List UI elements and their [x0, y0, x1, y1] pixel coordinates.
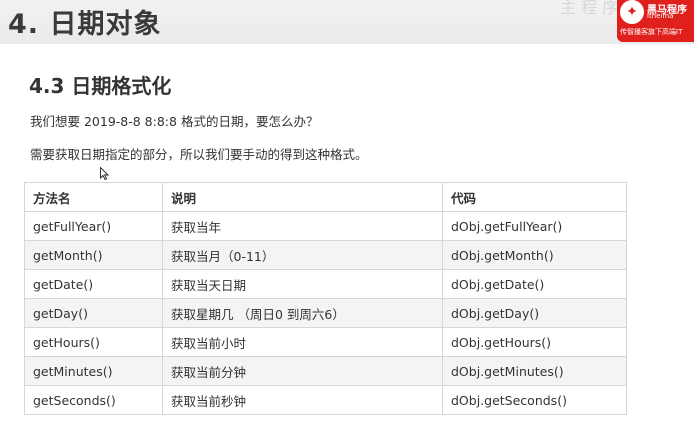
- table-row: getMonth() 获取当月（0-11） dObj.getMonth(): [24, 240, 627, 270]
- header-code: 代码: [442, 182, 627, 212]
- table-row: getDay() 获取星期几 （周日0 到周六6） dObj.getDay(): [24, 298, 627, 328]
- note-text: 需要获取日期指定的部分，所以我们要手动的得到这种格式。: [30, 147, 368, 162]
- method-cell: getDay(): [24, 298, 163, 328]
- code-cell: dObj.getMinutes(): [442, 356, 627, 386]
- logo-icon: ✦: [620, 0, 644, 24]
- description-cell: 获取当天日期: [162, 269, 443, 299]
- page-title: 4. 日期对象: [8, 9, 162, 40]
- method-cell: getDate(): [24, 269, 163, 299]
- header-description: 说明: [162, 182, 443, 212]
- watermark: 主 程 序: [560, 0, 619, 17]
- table-header-row: 方法名 说明 代码: [24, 182, 627, 212]
- table-row: getFullYear() 获取当年 dObj.getFullYear(): [24, 211, 627, 241]
- code-cell: dObj.getHours(): [442, 327, 627, 357]
- description-cell: 获取当前分钟: [162, 356, 443, 386]
- section-title: 4.3 日期格式化: [29, 74, 172, 98]
- method-cell: getSeconds(): [24, 385, 163, 415]
- code-cell: dObj.getMonth(): [442, 240, 627, 270]
- date-methods-table: 方法名 说明 代码 getFullYear() 获取当年 dObj.getFul…: [24, 182, 627, 415]
- description-cell: 获取当前小时: [162, 327, 443, 357]
- description-cell: 获取当年: [162, 211, 443, 241]
- table-row: getSeconds() 获取当前秒钟 dObj.getSeconds(): [24, 385, 627, 415]
- method-cell: getMonth(): [24, 240, 163, 270]
- mouse-pointer-icon: [100, 167, 109, 180]
- logo-url: itheima: [647, 12, 674, 20]
- code-cell: dObj.getFullYear(): [442, 211, 627, 241]
- description-cell: 获取当前秒钟: [162, 385, 443, 415]
- method-cell: getMinutes(): [24, 356, 163, 386]
- table-row: getMinutes() 获取当前分钟 dObj.getMinutes(): [24, 356, 627, 386]
- code-cell: dObj.getSeconds(): [442, 385, 627, 415]
- header-method: 方法名: [24, 182, 163, 212]
- code-cell: dObj.getDay(): [442, 298, 627, 328]
- description-cell: 获取星期几 （周日0 到周六6）: [162, 298, 443, 328]
- method-cell: getFullYear(): [24, 211, 163, 241]
- question-text: 我们想要 2019-8-8 8:8:8 格式的日期，要怎么办？: [30, 114, 319, 129]
- code-cell: dObj.getDate(): [442, 269, 627, 299]
- description-cell: 获取当月（0-11）: [162, 240, 443, 270]
- logo-slogan: 传智播客旗下高端IT: [620, 28, 683, 36]
- method-cell: getHours(): [24, 327, 163, 357]
- table-row: getDate() 获取当天日期 dObj.getDate(): [24, 269, 627, 299]
- brand-logo: ✦ 黑马程序 itheima 传智播客旗下高端IT: [617, 0, 694, 42]
- table-row: getHours() 获取当前小时 dObj.getHours(): [24, 327, 627, 357]
